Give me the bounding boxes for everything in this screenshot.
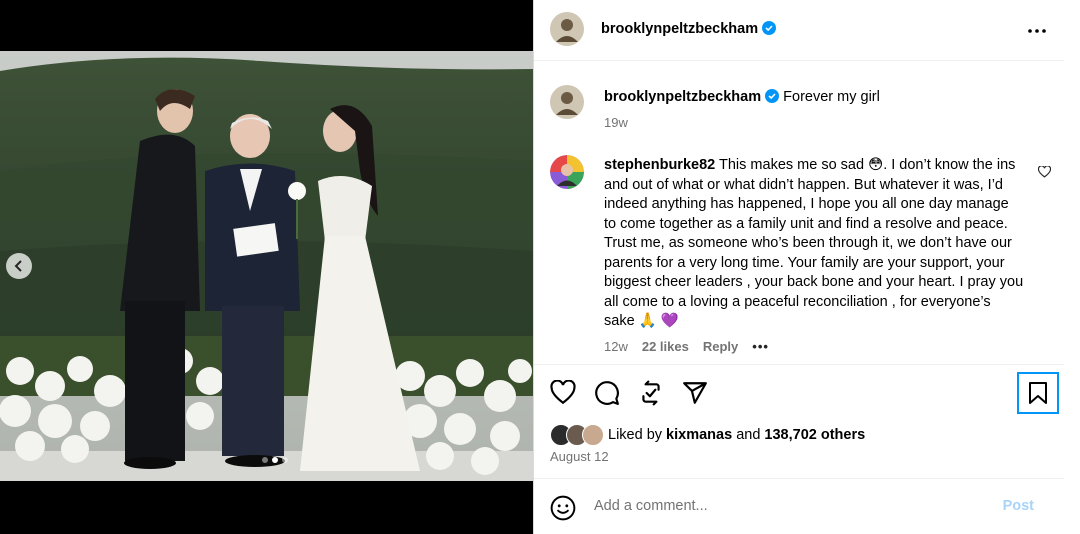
post-author-username[interactable]: brooklynpeltzbeckham bbox=[601, 21, 758, 37]
post-header: brooklynpeltzbeckham bbox=[534, 0, 1064, 61]
comment-meta: 12w 22 likes Reply ••• bbox=[604, 339, 769, 354]
profile-photo-icon[interactable] bbox=[550, 12, 584, 46]
carousel-dot bbox=[262, 457, 268, 463]
verified-badge-icon bbox=[765, 89, 780, 107]
divider bbox=[534, 364, 1064, 365]
emoji-icon[interactable] bbox=[550, 495, 576, 521]
add-comment-input[interactable] bbox=[592, 497, 976, 515]
commenter-username[interactable]: stephenburke82 bbox=[604, 157, 715, 173]
liked-by-and: and bbox=[736, 427, 761, 443]
liked-by-row: Liked by kixmanas and 138,702 others bbox=[550, 424, 865, 446]
caption-author-avatar[interactable] bbox=[550, 85, 584, 119]
chevron-left-icon bbox=[14, 260, 22, 272]
liker-avatars bbox=[550, 424, 604, 446]
repost-icon[interactable] bbox=[638, 380, 664, 406]
verified-badge-icon bbox=[762, 21, 777, 40]
comment-options-button[interactable]: ••• bbox=[752, 339, 769, 354]
liker-avatar[interactable] bbox=[582, 424, 604, 446]
comment-icon[interactable] bbox=[594, 380, 620, 406]
add-comment-row: Post bbox=[534, 486, 1064, 534]
post-media bbox=[0, 0, 533, 534]
comment-body: stephenburke82 This makes me so sad 😳. I… bbox=[604, 156, 1024, 332]
comment-likes[interactable]: 22 likes bbox=[642, 339, 689, 354]
carousel-dot-active bbox=[272, 457, 278, 463]
send-icon[interactable] bbox=[682, 380, 708, 406]
divider bbox=[534, 478, 1064, 479]
heart-icon[interactable] bbox=[550, 380, 576, 406]
comment-age[interactable]: 12w bbox=[604, 339, 628, 354]
post-details-panel: brooklynpeltzbeckham brooklynpeltzbeckha… bbox=[533, 0, 1080, 534]
wedding-photo bbox=[0, 51, 533, 481]
liked-by-user[interactable]: kixmanas bbox=[666, 427, 732, 443]
post-comment-button[interactable]: Post bbox=[1003, 498, 1034, 514]
caption: brooklynpeltzbeckham Forever my girl bbox=[604, 89, 880, 107]
reply-button[interactable]: Reply bbox=[703, 339, 738, 354]
save-button[interactable] bbox=[1017, 372, 1059, 414]
likes-count[interactable]: 138,702 others bbox=[764, 427, 865, 443]
carousel-dot bbox=[282, 457, 288, 463]
liked-by-prefix: Liked by bbox=[608, 427, 663, 443]
caption-username[interactable]: brooklynpeltzbeckham bbox=[604, 89, 761, 105]
carousel-dots bbox=[262, 457, 288, 463]
more-horizontal-icon[interactable] bbox=[1028, 20, 1046, 38]
comment-like-heart-icon[interactable] bbox=[1037, 165, 1052, 183]
post-date[interactable]: August 12 bbox=[550, 449, 609, 464]
post-actions bbox=[550, 380, 708, 406]
caption-age[interactable]: 19w bbox=[604, 115, 628, 130]
bookmark-icon bbox=[1029, 382, 1047, 404]
commenter-avatar[interactable] bbox=[550, 155, 584, 189]
comment-text: This makes me so sad 😳. I don’t know the… bbox=[604, 157, 1024, 329]
previous-image-button[interactable] bbox=[6, 253, 32, 279]
caption-text: Forever my girl bbox=[783, 89, 880, 105]
